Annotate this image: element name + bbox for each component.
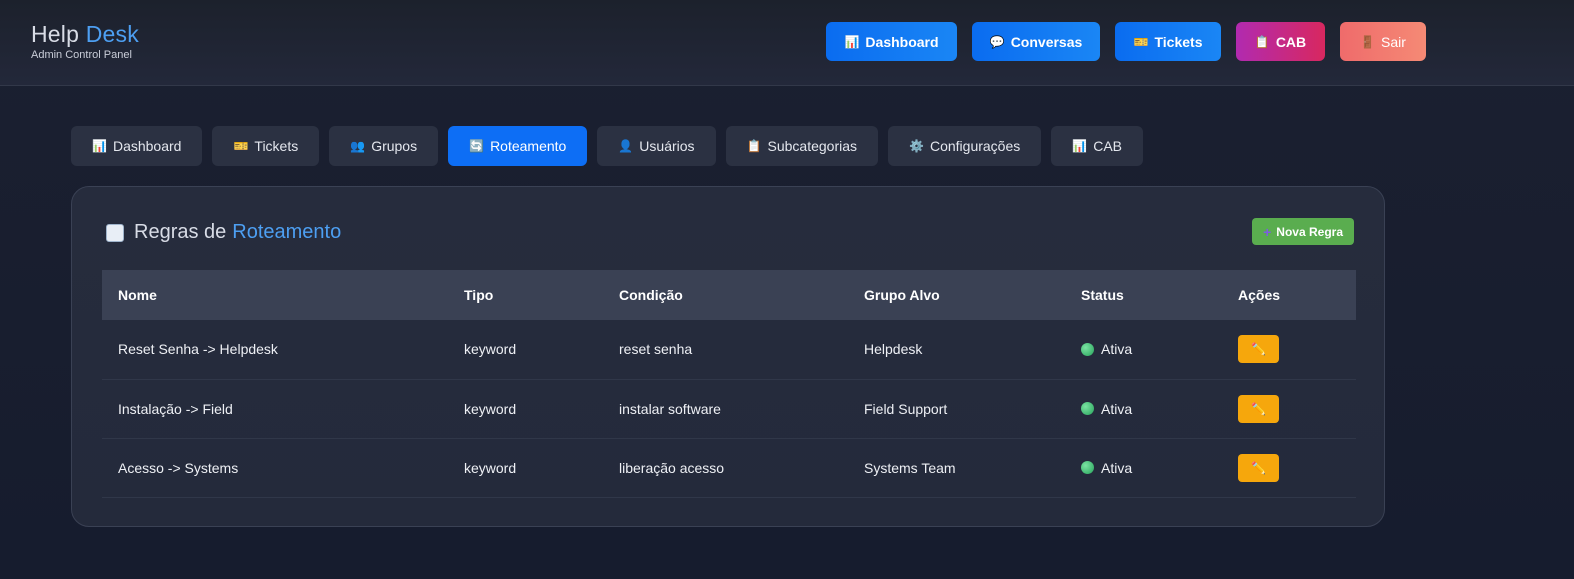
admin-tabs: 📊 Dashboard 🎫 Tickets 👥 Grupos 🔄 Roteame…	[71, 126, 1143, 166]
ticket-icon: 🎫	[233, 139, 249, 153]
user-icon: 👤	[618, 139, 634, 153]
rule-type: keyword	[464, 341, 517, 358]
door-icon: 🚪	[1360, 34, 1376, 49]
top-nav-label: Sair	[1381, 33, 1406, 50]
edit-button[interactable]: ✏️	[1238, 394, 1279, 423]
tab-configuracoes[interactable]: ⚙️ Configurações	[888, 126, 1042, 166]
tab-tickets[interactable]: 🎫 Tickets	[212, 126, 320, 166]
pencil-icon: ✏️	[1251, 401, 1266, 416]
chart-icon: 📊	[92, 139, 107, 153]
square-icon	[106, 223, 124, 242]
rule-type: keyword	[464, 459, 517, 476]
routing-rules-panel: Regras de Roteamento + Nova Regra Nome T…	[71, 186, 1385, 527]
table-row: Acesso -> Systems keyword liberação aces…	[102, 438, 1356, 497]
column-header-nome: Nome	[118, 287, 157, 303]
users-icon: 👥	[350, 139, 366, 153]
status-dot-icon	[1081, 342, 1094, 356]
pencil-icon: ✏️	[1251, 460, 1266, 475]
clipboard-icon: 📋	[1254, 34, 1270, 49]
rule-status: Ativa	[1065, 379, 1222, 438]
rule-actions: ✏️	[1222, 320, 1356, 379]
status-label: Ativa	[1101, 341, 1133, 358]
top-nav-dashboard-button[interactable]: 📊 Dashboard	[826, 22, 957, 61]
column-header-tipo: Tipo	[464, 287, 494, 303]
top-nav-label: Tickets	[1154, 33, 1203, 50]
speech-bubble-icon: 💬	[989, 34, 1005, 49]
tab-cab[interactable]: 📊 CAB	[1051, 126, 1143, 166]
gear-icon: ⚙️	[909, 139, 924, 153]
tab-label: Roteamento	[490, 138, 567, 154]
plus-icon: +	[1263, 223, 1272, 240]
new-rule-button[interactable]: + Nova Regra	[1252, 218, 1354, 245]
tab-label: Usuários	[639, 138, 695, 154]
rule-actions: ✏️	[1222, 379, 1356, 438]
status-label: Ativa	[1101, 400, 1133, 417]
app-subtitle: Admin Control Panel	[31, 49, 132, 61]
top-nav-tickets-button[interactable]: 🎫 Tickets	[1115, 22, 1221, 61]
panel-title-accent: Roteamento	[232, 221, 342, 243]
refresh-icon: 🔄	[469, 139, 485, 153]
pencil-icon: ✏️	[1251, 342, 1266, 357]
status-dot-icon	[1081, 402, 1094, 415]
edit-button[interactable]: ✏️	[1238, 335, 1279, 364]
chart-icon: 📊	[844, 34, 860, 49]
table-row: Instalação -> Field keyword instalar sof…	[102, 379, 1356, 438]
status-dot-icon	[1081, 461, 1094, 474]
tab-label: Configurações	[929, 138, 1021, 154]
header: Help Desk Admin Control Panel 📊 Dashboar…	[0, 0, 1574, 86]
table-row: Reset Senha -> Helpdesk keyword reset se…	[102, 320, 1356, 379]
tab-label: Dashboard	[112, 138, 182, 154]
app-title: Help Desk	[31, 20, 139, 48]
rule-target-group: Field Support	[864, 400, 948, 417]
logout-button[interactable]: 🚪 Sair	[1340, 22, 1426, 61]
rule-target-group: Helpdesk	[864, 341, 923, 358]
top-nav-label: Dashboard	[865, 33, 939, 50]
tab-label: Tickets	[254, 138, 299, 154]
column-header-grupo-alvo: Grupo Alvo	[864, 287, 940, 303]
tab-dashboard[interactable]: 📊 Dashboard	[71, 126, 203, 166]
column-header-status: Status	[1081, 287, 1124, 303]
rule-name: Reset Senha -> Helpdesk	[118, 341, 278, 358]
rule-type: keyword	[464, 400, 517, 417]
routing-rules-table: Nome Tipo Condição Grupo Alvo Status Açõ…	[102, 270, 1356, 498]
tab-subcategorias[interactable]: 📋 Subcategorias	[725, 126, 879, 166]
rule-status: Ativa	[1065, 438, 1222, 497]
rule-target-group: Systems Team	[864, 459, 956, 476]
top-nav-label: Conversas	[1010, 33, 1083, 50]
tab-usuarios[interactable]: 👤 Usuários	[597, 126, 716, 166]
rule-name: Instalação -> Field	[118, 400, 233, 417]
top-nav-conversas-button[interactable]: 💬 Conversas	[972, 22, 1100, 61]
brand: Help Desk Admin Control Panel	[31, 20, 139, 61]
rule-name: Acesso -> Systems	[118, 459, 239, 476]
column-header-condicao: Condição	[619, 287, 683, 303]
tab-label: Subcategorias	[767, 138, 858, 154]
rule-condition: reset senha	[619, 341, 693, 358]
edit-button[interactable]: ✏️	[1238, 453, 1279, 482]
status-label: Ativa	[1101, 459, 1133, 476]
tab-grupos[interactable]: 👥 Grupos	[329, 126, 439, 166]
rule-condition: liberação acesso	[619, 459, 725, 476]
rule-status: Ativa	[1065, 320, 1222, 379]
top-nav-label: CAB	[1275, 33, 1307, 50]
app-title-main: Help	[31, 21, 80, 47]
panel-title: Regras de Roteamento	[106, 221, 341, 244]
new-rule-label: Nova Regra	[1276, 224, 1343, 239]
tab-label: CAB	[1093, 138, 1122, 154]
clipboard-icon: 📋	[746, 139, 762, 153]
tab-label: Grupos	[371, 138, 418, 154]
top-nav-cab-button[interactable]: 📋 CAB	[1236, 22, 1325, 61]
chart-icon: 📊	[1072, 139, 1088, 153]
panel-title-main: Regras de	[134, 221, 227, 243]
top-nav: 📊 Dashboard 💬 Conversas 🎫 Tickets 📋 CAB …	[826, 22, 1426, 61]
rule-actions: ✏️	[1222, 438, 1356, 497]
tab-roteamento[interactable]: 🔄 Roteamento	[448, 126, 588, 166]
table-header-row: Nome Tipo Condição Grupo Alvo Status Açõ…	[102, 270, 1356, 320]
app-title-accent: Desk	[85, 21, 139, 47]
rule-condition: instalar software	[619, 400, 721, 417]
column-header-acoes: Ações	[1238, 287, 1281, 303]
ticket-icon: 🎫	[1133, 34, 1149, 49]
